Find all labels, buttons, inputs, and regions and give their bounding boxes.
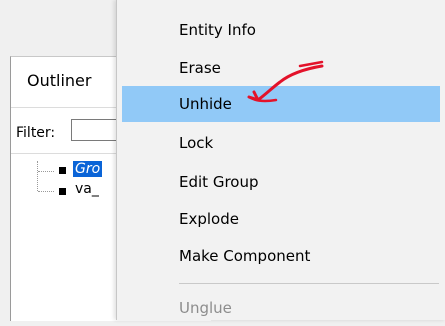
tree-item-va[interactable]: va_ — [73, 181, 101, 197]
menu-item-make-component[interactable]: Make Component — [122, 238, 440, 274]
context-menu: Entity Info Erase Unhide Lock Edit Group… — [116, 0, 445, 320]
menu-item-erase[interactable]: Erase — [122, 50, 440, 86]
outliner-title: Outliner — [27, 71, 92, 90]
tree-item-group[interactable]: Gro — [73, 161, 103, 177]
filter-label: Filter: — [16, 125, 56, 141]
tree-connector — [38, 191, 54, 192]
group-icon — [59, 188, 66, 195]
menu-separator — [179, 283, 439, 284]
menu-item-entity-info[interactable]: Entity Info — [122, 12, 440, 48]
menu-item-explode[interactable]: Explode — [122, 201, 440, 237]
tree-connector — [38, 171, 54, 172]
tree-connector — [37, 161, 38, 191]
menu-item-lock[interactable]: Lock — [122, 125, 440, 161]
menu-item-unglue: Unglue — [179, 299, 232, 317]
menu-item-edit-group[interactable]: Edit Group — [122, 164, 440, 200]
group-icon — [59, 167, 66, 174]
menu-item-unhide[interactable]: Unhide — [122, 86, 440, 122]
